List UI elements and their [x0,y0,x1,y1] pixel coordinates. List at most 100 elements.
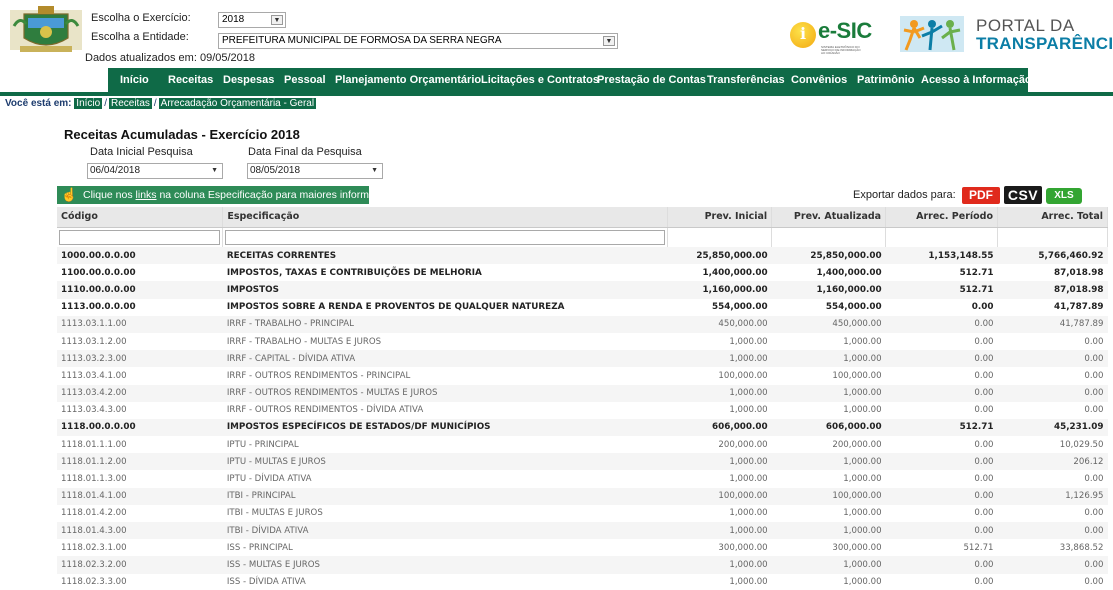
nav-item-convenios[interactable]: Convênios [791,74,847,86]
cell-especificacao[interactable]: ISS - DÍVIDA ATIVA [223,574,668,590]
cell-arrec-periodo: 512.71 [885,281,998,299]
nav-item-licitacoes[interactable]: Licitações e Contratos [481,74,599,86]
date-start-picker[interactable]: 06/04/2018 ▼ [87,163,223,179]
export-xls-button[interactable]: XLS [1046,188,1082,204]
hand-pointer-icon: ☝ [61,187,78,202]
table-row[interactable]: 1118.01.1.1.00 IPTU - PRINCIPAL 200,000.00… [57,436,1108,453]
cell-especificacao[interactable]: ISS - PRINCIPAL [223,539,668,556]
cell-prev-inicial: 1,000.00 [667,453,772,471]
cell-especificacao[interactable]: IMPOSTOS, TAXAS E CONTRIBUIÇÕES DE MELHO… [223,264,668,281]
cell-codigo: 1118.01.4.1.00 [57,487,223,505]
filter-especificacao-input[interactable] [225,229,666,245]
table-row[interactable]: 1118.00.0.0.00 IMPOSTOS ESPECÍFICOS DE ES… [57,418,1108,437]
column-header-especificacao[interactable]: Especificação [222,207,669,228]
cell-prev-atualizada: 300,000.00 [832,542,882,553]
nav-item-inicio[interactable]: Início [120,74,149,86]
cell-especificacao[interactable]: IPTU - DÍVIDA ATIVA [223,470,668,487]
table-row[interactable]: 1118.01.4.2.00 ITBI - MULTAS E JUROS 1,000… [57,505,1108,522]
nav-item-despesas[interactable]: Despesas [223,74,274,86]
exercicio-select[interactable]: 2018 ▼ [218,12,286,28]
table-row[interactable]: 1113.03.1.2.00 IRRF - TRABALHO - MULTAS E… [57,333,1108,350]
cell-arrec-periodo: 0.00 [885,522,998,540]
cell-especificacao[interactable]: IRRF - OUTROS RENDIMENTOS - MULTAS E JUR… [222,384,668,402]
table-row[interactable]: 1113.03.4.3.00 IRRF - OUTROS RENDIMENTOS … [57,402,1108,419]
table-row[interactable]: 1118.02.3.3.00 ISS - DÍVIDA ATIVA 1,000.00… [57,574,1108,590]
table-row[interactable]: 1100.00.0.0.00 IMPOSTOS, TAXAS E CONTRIBU… [57,264,1108,281]
cell-arrec-periodo: 0.00 [885,556,998,574]
nav-item-receitas[interactable]: Receitas [168,74,213,86]
cell-especificacao[interactable]: IRRF - CAPITAL - DÍVIDA ATIVA [222,350,668,368]
table-row[interactable]: 1110.00.0.0.00 IMPOSTOS 1,160,000.00 1,160,… [57,281,1108,299]
cell-especificacao[interactable]: RECEITAS CORRENTES [222,247,668,265]
cell-arrec-total: 0.00 [1084,577,1104,588]
table-row[interactable]: 1000.00.0.0.00 RECEITAS CORRENTES 25,850,0… [57,247,1108,265]
column-header-arrec-periodo[interactable]: Arrec. Período [885,207,999,228]
cell-codigo: 1118.01.1.2.00 [57,453,223,471]
breadcrumb-item-arrecadacao[interactable]: Arrecadação Orçamentária - Geral [158,98,317,109]
hint-links-link[interactable]: links [136,189,157,201]
cell-arrec-periodo: 0.00 [885,487,998,505]
table-row[interactable]: 1113.03.2.3.00 IRRF - CAPITAL - DÍVIDA AT… [57,350,1108,368]
table-row[interactable]: 1113.03.4.1.00 IRRF - OUTROS RENDIMENTOS … [57,367,1108,384]
cell-prev-atualizada: 1,000.00 [771,350,886,368]
cell-especificacao[interactable]: IMPOSTOS SOBRE A RENDA E PROVENTOS DE QU… [223,299,668,316]
esic-logo[interactable]: i e-SIC SISTEMA ELETRÔNICO DO SERVIÇO DE… [790,14,890,55]
table-row[interactable]: 1118.01.4.3.00 ITBI - DÍVIDA ATIVA 1,000.0… [57,522,1108,540]
cell-arrec-total: 1,126.95 [997,487,1108,505]
table-row[interactable]: 1118.02.3.2.00 ISS - MULTAS E JUROS 1,000.… [57,556,1108,574]
cell-especificacao[interactable]: IRRF - TRABALHO - PRINCIPAL [222,315,668,333]
cell-especificacao[interactable]: ITBI - MULTAS E JUROS [223,505,668,522]
nav-item-acesso-informacao[interactable]: Acesso à Informação [921,74,1032,86]
nav-item-transferencias[interactable]: Transferências [707,74,785,86]
date-end-picker[interactable]: 08/05/2018 ▼ [247,163,383,179]
breadcrumb-item-inicio[interactable]: Início [74,98,103,109]
cell-especificacao[interactable]: IRRF - OUTROS RENDIMENTOS - DÍVIDA ATIVA [223,402,668,419]
cell-especificacao[interactable]: ITBI - PRINCIPAL [222,487,668,505]
table-row[interactable]: 1118.01.4.1.00 ITBI - PRINCIPAL 100,000.00… [57,487,1108,505]
table-row[interactable]: 1113.03.4.2.00 IRRF - OUTROS RENDIMENTOS … [57,384,1108,402]
export-pdf-button[interactable]: PDF [962,187,1000,204]
column-header-arrec-total[interactable]: Arrec. Total [997,207,1108,228]
column-header-codigo[interactable]: Código [57,207,224,228]
cell-prev-atualizada: 200,000.00 [832,439,882,450]
cell-especificacao[interactable]: ISS - MULTAS E JUROS [222,556,668,574]
filter-codigo-input[interactable] [59,229,221,245]
table-row[interactable]: 1118.01.1.2.00 IPTU - MULTAS E JUROS 1,000… [57,453,1108,471]
cell-especificacao[interactable]: IMPOSTOS [222,281,668,299]
column-header-prev-atualizada[interactable]: Prev. Atualizada [771,207,887,228]
nav-item-pessoal[interactable]: Pessoal [284,74,326,86]
entidade-label: Escolha a Entidade: [91,31,189,43]
table-row[interactable]: 1118.01.1.3.00 IPTU - DÍVIDA ATIVA 1,000.0… [57,470,1108,487]
cell-especificacao[interactable]: ITBI - DÍVIDA ATIVA [222,522,668,540]
cell-prev-inicial: 1,000.00 [729,474,768,485]
cell-especificacao[interactable]: IMPOSTOS ESPECÍFICOS DE ESTADOS/DF MUNIC… [222,418,668,437]
cell-arrec-total: 5,766,460.92 [997,247,1108,265]
cell-especificacao[interactable]: IPTU - MULTAS E JUROS [222,453,668,471]
entidade-select[interactable]: PREFEITURA MUNICIPAL DE FORMOSA DA SERRA… [218,33,618,49]
nav-item-patrimonio[interactable]: Patrimônio [857,74,914,86]
cell-especificacao[interactable]: IRRF - TRABALHO - MULTAS E JUROS [223,333,668,350]
chevron-down-icon: ▼ [371,167,378,174]
cell-especificacao[interactable]: IRRF - OUTROS RENDIMENTOS - PRINCIPAL [223,367,668,384]
cell-prev-atualizada: 554,000.00 [825,302,882,313]
cell-arrec-periodo: 0.00 [974,508,994,519]
cell-arrec-periodo: 0.00 [974,336,994,347]
exercicio-selected-value: 2018 [222,14,245,25]
column-header-prev-inicial[interactable]: Prev. Inicial [667,207,773,228]
nav-item-prestacao-contas[interactable]: Prestação de Contas [597,74,706,86]
exercicio-label: Escolha o Exercício: [91,12,191,24]
export-csv-button[interactable]: CSV [1004,186,1042,204]
cell-codigo: 1118.01.4.2.00 [61,508,127,519]
table-row[interactable]: 1113.03.1.1.00 IRRF - TRABALHO - PRINCIPA… [57,315,1108,333]
table-row[interactable]: 1118.02.3.1.00 ISS - PRINCIPAL 300,000.00 3… [57,539,1108,556]
cell-prev-inicial: 1,000.00 [729,577,768,588]
transparency-portal-logo-icon[interactable] [900,16,964,52]
cell-arrec-periodo: 0.00 [974,577,994,588]
cell-prev-atualizada: 1,000.00 [771,453,886,471]
cell-especificacao[interactable]: IPTU - PRINCIPAL [223,436,668,453]
cell-prev-atualizada: 450,000.00 [771,315,886,333]
nav-item-planejamento[interactable]: Planejamento Orçamentário [335,74,481,86]
breadcrumb-item-receitas[interactable]: Receitas [108,98,152,109]
table-row[interactable]: 1113.00.0.0.00 IMPOSTOS SOBRE A RENDA E P… [57,299,1108,316]
table-body: 1000.00.0.0.00 RECEITAS CORRENTES 25,850,0… [57,247,1108,590]
